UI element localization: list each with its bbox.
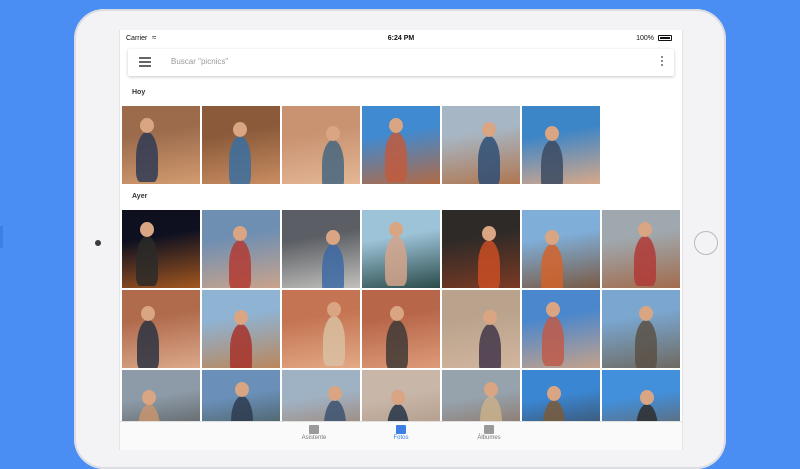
nav-assistant-label: Asistente bbox=[301, 435, 327, 441]
photo-thumbnail[interactable] bbox=[122, 290, 200, 368]
photo-thumbnail[interactable] bbox=[202, 210, 280, 288]
photo-subject bbox=[136, 132, 158, 182]
photo-subject-head bbox=[391, 390, 405, 405]
photo-subject-head bbox=[327, 302, 341, 317]
photo-thumbnail[interactable] bbox=[442, 106, 520, 184]
nav-albums[interactable]: Álbumes bbox=[459, 425, 519, 441]
albums-icon bbox=[484, 425, 494, 434]
photo-subject-head bbox=[390, 306, 404, 321]
photo-thumbnail[interactable] bbox=[362, 290, 440, 368]
photo-subject-head bbox=[233, 226, 247, 241]
photo-thumbnail[interactable] bbox=[362, 106, 440, 184]
photo-subject bbox=[137, 320, 159, 368]
photo-subject bbox=[385, 132, 407, 182]
nav-photos[interactable]: Fotos bbox=[371, 425, 431, 441]
photo-subject bbox=[385, 236, 407, 286]
battery-percent: 100% bbox=[636, 35, 654, 42]
photo-thumbnail[interactable] bbox=[122, 106, 200, 184]
photo-subject-head bbox=[234, 310, 248, 325]
photo-subject-head bbox=[483, 310, 497, 325]
photo-subject bbox=[229, 136, 251, 184]
photo-thumbnail[interactable] bbox=[522, 210, 600, 288]
photo-subject bbox=[634, 236, 656, 286]
search-input[interactable]: Buscar "picnics" bbox=[171, 57, 228, 66]
photo-thumbnail[interactable] bbox=[282, 290, 360, 368]
photo-subject bbox=[541, 140, 563, 184]
photo-thumbnail[interactable] bbox=[202, 106, 280, 184]
background-accent bbox=[0, 226, 3, 248]
app-screen: Carrier ≈ 6:24 PM 100% Buscar "picnics" … bbox=[119, 30, 683, 450]
more-vert-icon[interactable] bbox=[660, 56, 664, 69]
photo-subject-head bbox=[638, 222, 652, 237]
photo-subject-head bbox=[639, 306, 653, 321]
photo-thumbnail[interactable] bbox=[602, 210, 680, 288]
photo-thumbnail[interactable] bbox=[362, 210, 440, 288]
section-label-today: Hoy bbox=[132, 89, 146, 96]
nav-albums-label: Álbumes bbox=[477, 435, 501, 441]
nav-photos-label: Fotos bbox=[393, 435, 409, 441]
front-camera bbox=[95, 240, 101, 246]
photo-subject bbox=[323, 316, 345, 366]
battery-icon bbox=[658, 35, 672, 41]
photo-subject bbox=[635, 320, 657, 368]
photo-thumbnail[interactable] bbox=[442, 290, 520, 368]
photo-subject-head bbox=[140, 222, 154, 237]
photo-subject bbox=[386, 320, 408, 368]
photo-thumbnail[interactable] bbox=[522, 106, 600, 184]
photo-subject-head bbox=[482, 122, 496, 137]
photo-subject bbox=[229, 240, 251, 288]
photo-grid-yesterday bbox=[122, 210, 680, 448]
photo-subject bbox=[136, 236, 158, 286]
nav-assistant[interactable]: Asistente bbox=[284, 425, 344, 441]
photo-thumbnail[interactable] bbox=[202, 290, 280, 368]
photo-subject-head bbox=[142, 390, 156, 405]
photo-subject-head bbox=[233, 122, 247, 137]
menu-icon[interactable] bbox=[139, 57, 151, 67]
photo-subject-head bbox=[389, 118, 403, 133]
photo-subject bbox=[541, 244, 563, 288]
photo-subject-head bbox=[482, 226, 496, 241]
photo-subject-head bbox=[640, 390, 654, 405]
photo-thumbnail[interactable] bbox=[122, 210, 200, 288]
photo-thumbnail[interactable] bbox=[522, 290, 600, 368]
photo-grid-today bbox=[122, 106, 680, 184]
photo-subject-head bbox=[328, 386, 342, 401]
photo-subject bbox=[230, 324, 252, 368]
section-label-yesterday: Ayer bbox=[132, 193, 148, 200]
photo-subject-head bbox=[546, 302, 560, 317]
photo-subject bbox=[478, 136, 500, 184]
photo-subject bbox=[322, 140, 344, 184]
photo-subject bbox=[542, 316, 564, 366]
photo-subject-head bbox=[326, 230, 340, 245]
photo-subject-head bbox=[547, 386, 561, 401]
photo-subject bbox=[478, 240, 500, 288]
photo-thumbnail[interactable] bbox=[602, 290, 680, 368]
photo-subject-head bbox=[545, 126, 559, 141]
photo-subject-head bbox=[326, 126, 340, 141]
clock: 6:24 PM bbox=[387, 35, 415, 42]
photo-thumbnail[interactable] bbox=[442, 210, 520, 288]
assistant-icon bbox=[309, 425, 319, 434]
photo-subject bbox=[479, 324, 501, 368]
search-bar[interactable]: Buscar "picnics" bbox=[128, 49, 674, 76]
photo-subject-head bbox=[141, 306, 155, 321]
photo-subject-head bbox=[235, 382, 249, 397]
photo-subject-head bbox=[140, 118, 154, 133]
photo-subject-head bbox=[389, 222, 403, 237]
bottom-navigation: Asistente Fotos Álbumes bbox=[120, 421, 682, 450]
photo-thumbnail[interactable] bbox=[282, 210, 360, 288]
home-button[interactable] bbox=[694, 231, 718, 255]
photo-thumbnail[interactable] bbox=[282, 106, 360, 184]
status-bar: Carrier ≈ 6:24 PM 100% bbox=[120, 30, 682, 46]
photos-icon bbox=[396, 425, 406, 434]
photo-subject-head bbox=[484, 382, 498, 397]
photo-subject-head bbox=[545, 230, 559, 245]
photo-subject bbox=[322, 244, 344, 288]
